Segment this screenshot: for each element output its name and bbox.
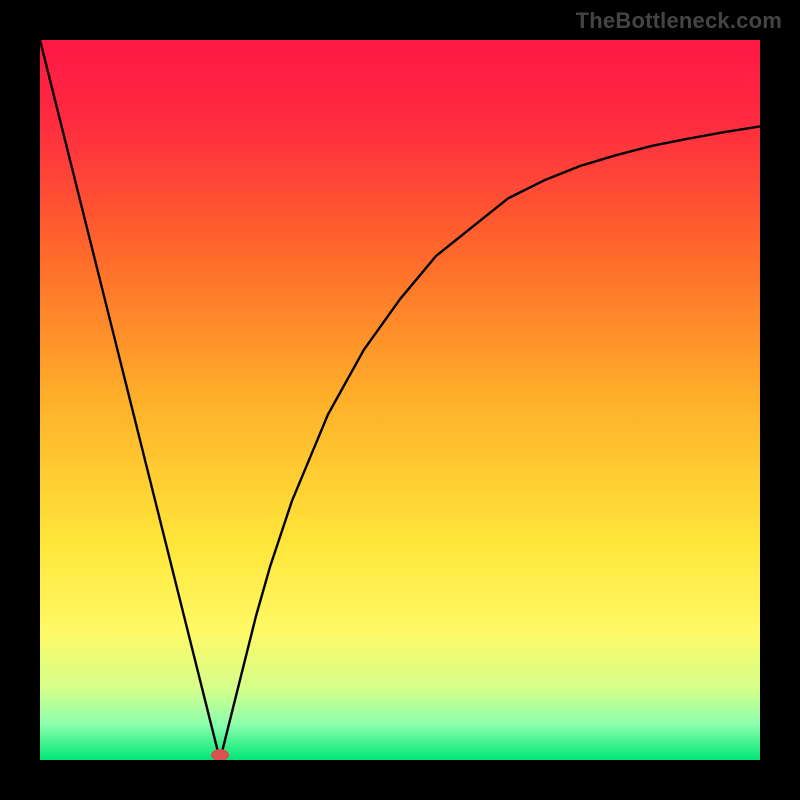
plot-area [40, 40, 760, 760]
watermark-text: TheBottleneck.com [576, 8, 782, 34]
chart-frame: TheBottleneck.com [0, 0, 800, 800]
chart-svg [40, 40, 760, 760]
gradient-background [40, 40, 760, 760]
